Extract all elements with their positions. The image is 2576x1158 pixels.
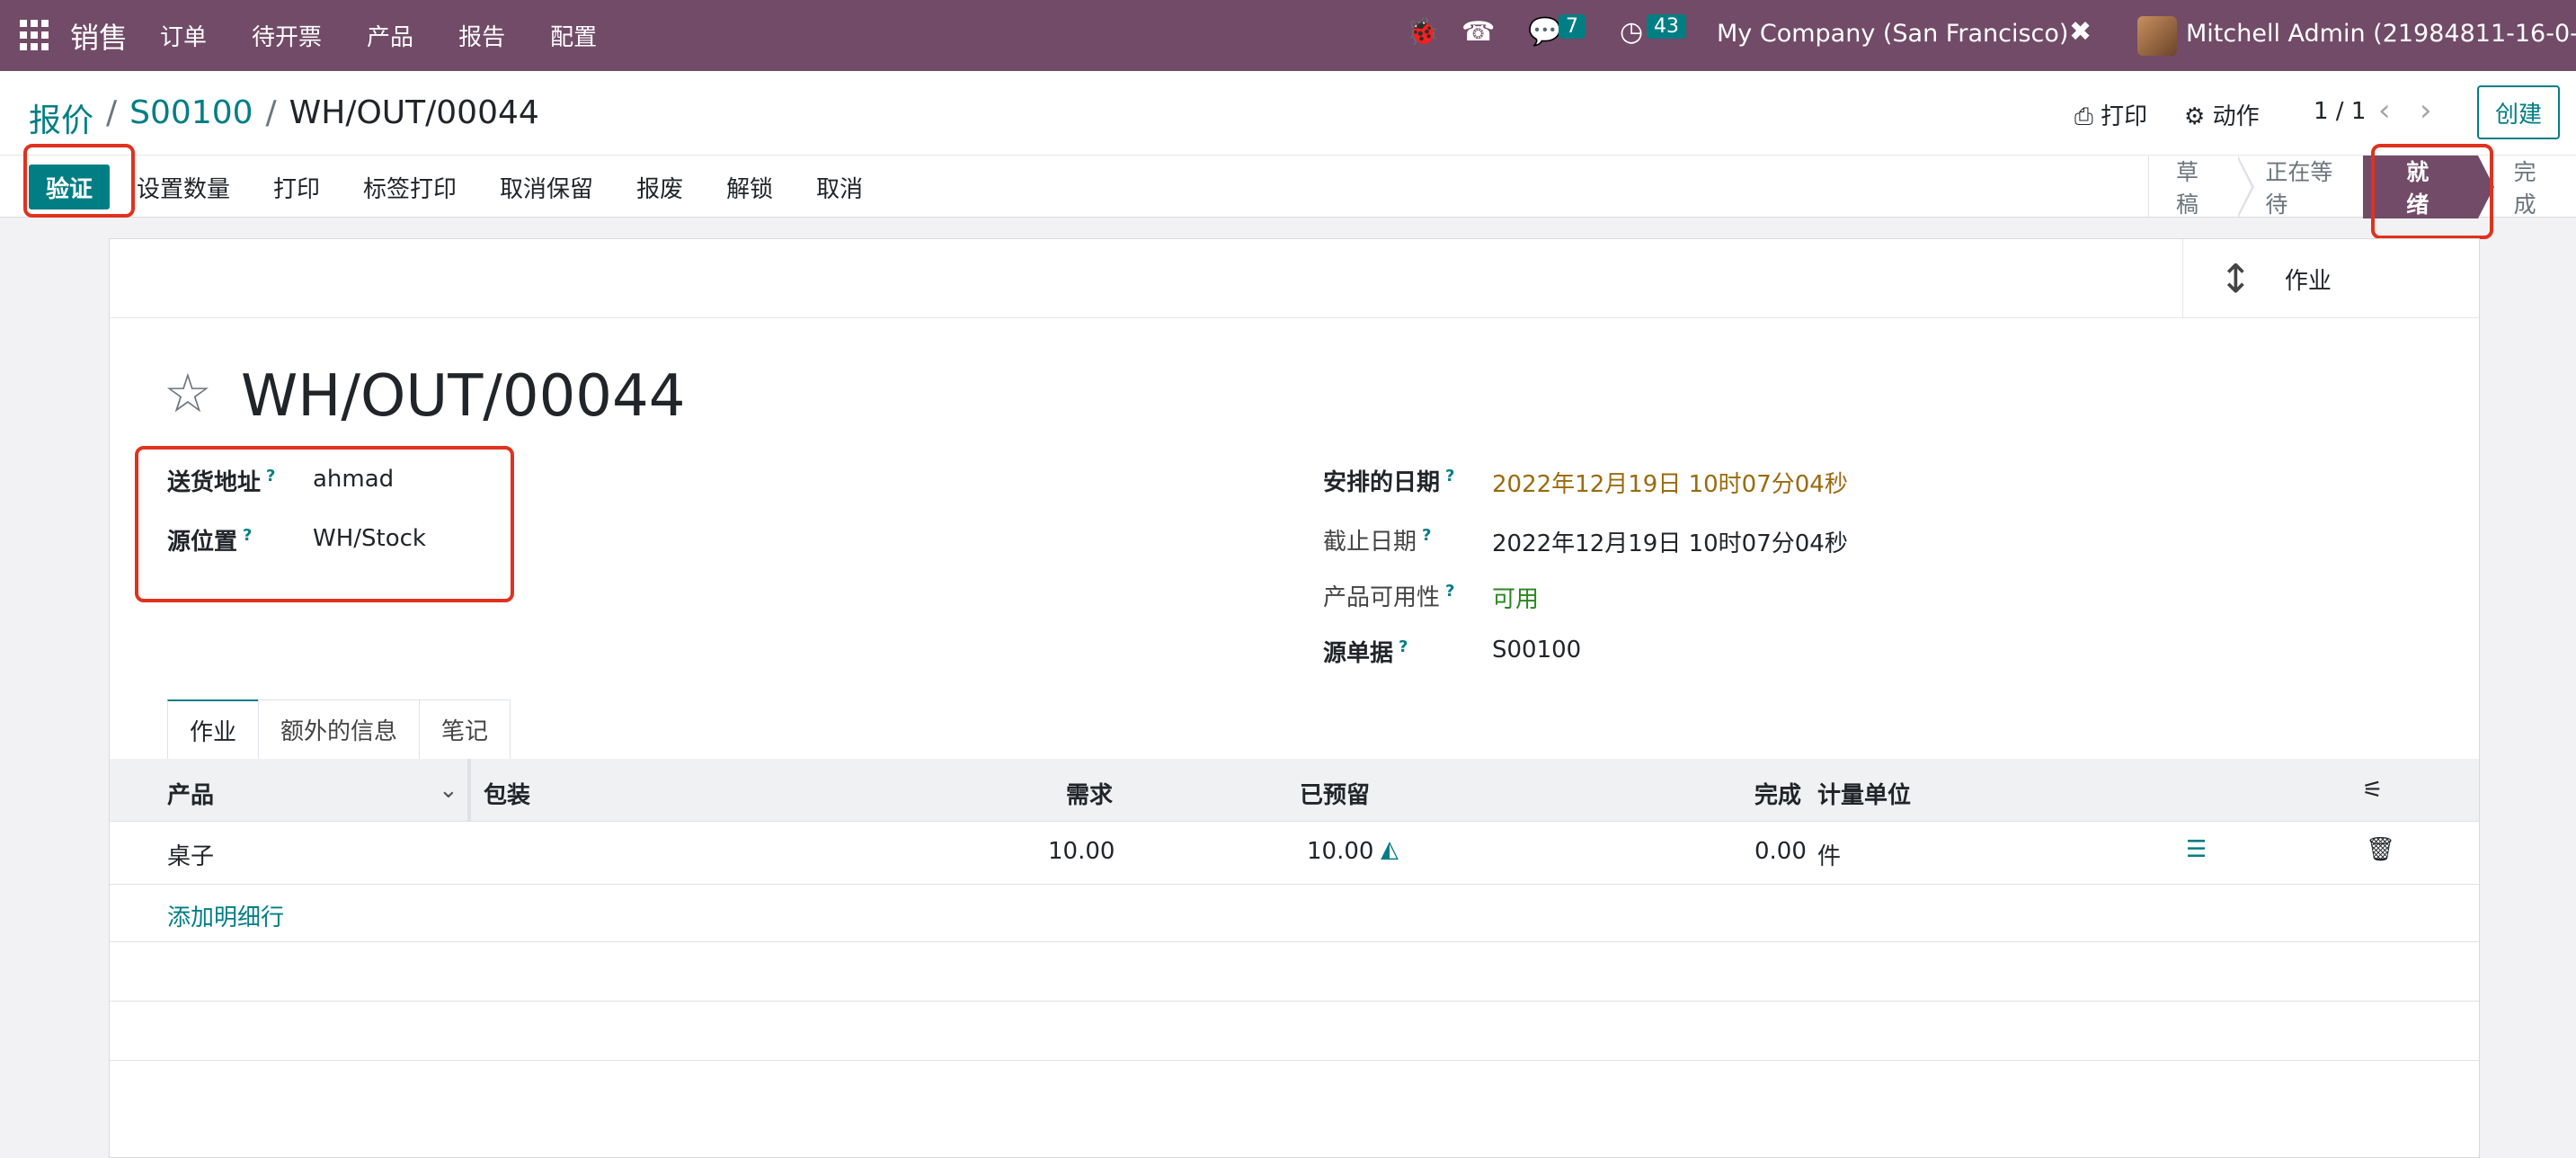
breadcrumb-sale-order[interactable]: S00100	[129, 94, 253, 141]
phone-icon[interactable]: ☎	[1461, 16, 1495, 48]
detailed-operations-list-icon[interactable]: ☰	[2186, 836, 2207, 863]
app-brand[interactable]: 销售	[70, 15, 128, 57]
action-menu[interactable]: ⚙ 动作	[2184, 98, 2260, 131]
menu-reporting[interactable]: 报告	[458, 19, 505, 52]
scheduled-date-label: 安排的日期?	[1323, 467, 1455, 496]
menu-to-invoice[interactable]: 待开票	[252, 19, 322, 52]
printer-icon: ⎙	[2074, 103, 2093, 130]
highlight-address-fields	[135, 446, 514, 602]
avatar[interactable]	[2137, 16, 2177, 56]
messages-badge: 7	[1559, 14, 1586, 39]
column-uom[interactable]: 计量单位	[1817, 777, 1911, 810]
menu-orders[interactable]: 订单	[160, 19, 207, 52]
highlight-ready-stage	[2371, 144, 2493, 239]
print-button[interactable]: 打印	[273, 171, 320, 204]
control-panel: 报价 / S00100 / WH/OUT/00044 ⎙ 打印 ⚙ 动作 1 /…	[0, 71, 2576, 218]
tab-additional-info[interactable]: 额外的信息	[258, 699, 421, 759]
highlight-validate	[23, 144, 135, 218]
column-sort-chevron-icon[interactable]: ⌄	[439, 777, 458, 804]
add-line-row: 添加明细行	[110, 885, 2479, 942]
main-menu: 订单 待开票 产品 报告 配置	[160, 19, 597, 52]
unreserve-button[interactable]: 取消保留	[500, 171, 593, 204]
status-bar: 草稿 正在等待 就绪 完成	[2148, 156, 2576, 218]
column-packaging[interactable]: 包装	[484, 777, 530, 810]
action-bar: 验证 设置数量 打印 标签打印 取消保留 报废 解锁 取消 草稿 正在等待 就绪…	[0, 155, 2576, 218]
deadline-field[interactable]: 2022年12月19日 10时07分04秒	[1492, 525, 1848, 558]
add-line-link[interactable]: 添加明细行	[167, 899, 284, 932]
activity-clock-icon[interactable]: ◷	[1620, 16, 1643, 48]
user-menu[interactable]: Mitchell Admin (21984811-16-0-all)	[2186, 20, 2576, 48]
table-header: 产品 ⌄ 包装 需求 已预留 完成 计量单位 ⚟	[110, 759, 2479, 822]
notebook-tabs: 作业 额外的信息 笔记	[167, 699, 511, 759]
cell-product[interactable]: 桌子	[167, 838, 214, 871]
print-menu[interactable]: ⎙ 打印	[2074, 98, 2147, 131]
tab-notes[interactable]: 笔记	[419, 699, 511, 759]
record-title: WH/OUT/00044	[241, 363, 686, 430]
menu-configuration[interactable]: 配置	[550, 19, 597, 52]
operations-smart-button[interactable]: ↕ 作业	[2182, 239, 2479, 318]
product-availability-label: 产品可用性?	[1323, 582, 1455, 611]
source-document-field[interactable]: S00100	[1492, 637, 1581, 664]
set-quantities-button[interactable]: 设置数量	[137, 171, 230, 204]
bug-icon[interactable]: 🐞	[1406, 16, 1439, 48]
form-sheet: ↕ 作业 ☆ WH/OUT/00044 送货地址? ahmad 源位置? WH/…	[109, 238, 2480, 1158]
activities-badge: 43	[1647, 14, 1686, 39]
cell-done[interactable]: 0.00	[1754, 838, 1807, 865]
table-row[interactable]: 桌子 10.00 10.00 ◭ 0.00 件 ☰ 🗑	[110, 822, 2479, 885]
company-switcher[interactable]: My Company (San Francisco)	[1717, 20, 2068, 48]
print-labels-button[interactable]: 标签打印	[363, 171, 457, 204]
column-resize-handle[interactable]	[467, 759, 471, 822]
cancel-button[interactable]: 取消	[816, 171, 863, 204]
breadcrumb: 报价 / S00100 / WH/OUT/00044	[29, 94, 539, 141]
column-done[interactable]: 完成	[1754, 777, 1801, 810]
breadcrumb-separator: /	[106, 94, 118, 131]
scheduled-date-field[interactable]: 2022年12月19日 10时07分04秒	[1492, 466, 1848, 499]
tab-operations[interactable]: 作业	[167, 699, 260, 759]
breadcrumb-quotations[interactable]: 报价	[29, 94, 93, 141]
action-buttons: 设置数量 打印 标签打印 取消保留 报废 解锁 取消	[137, 171, 906, 204]
empty-row	[110, 1002, 2479, 1061]
product-availability-value: 可用	[1492, 586, 1540, 613]
pager-value[interactable]: 1 / 1	[2314, 98, 2366, 125]
delete-trash-icon[interactable]: 🗑	[2366, 836, 2395, 863]
forecast-chart-icon[interactable]: ◭	[1381, 836, 1399, 863]
breadcrumb-separator: /	[265, 94, 277, 131]
empty-row	[110, 942, 2479, 1002]
cell-reserved: 10.00	[1307, 838, 1374, 865]
vertical-arrows-icon: ↕	[2219, 255, 2252, 302]
smart-button-box: ↕ 作业	[110, 239, 2479, 318]
stage-draft[interactable]: 草稿	[2149, 156, 2255, 218]
create-button[interactable]: 创建	[2477, 85, 2560, 139]
gear-icon: ⚙	[2184, 103, 2206, 130]
column-reserved[interactable]: 已预留	[1300, 777, 1370, 810]
debug-tools-icon[interactable]: ✖	[2069, 16, 2092, 48]
stage-waiting[interactable]: 正在等待	[2238, 156, 2363, 218]
favorite-star-icon[interactable]: ☆	[164, 367, 212, 421]
cell-uom[interactable]: 件	[1817, 838, 1841, 871]
column-demand[interactable]: 需求	[1066, 777, 1113, 810]
scrap-button[interactable]: 报废	[636, 171, 683, 204]
column-product[interactable]: 产品	[167, 777, 214, 810]
pager-prev-icon[interactable]: ‹	[2378, 93, 2391, 129]
messages-icon[interactable]: 💬	[1528, 16, 1561, 48]
breadcrumb-current: WH/OUT/00044	[289, 94, 539, 131]
apps-menu-icon[interactable]	[20, 19, 52, 52]
pager-next-icon[interactable]: ›	[2420, 93, 2432, 129]
unlock-button[interactable]: 解锁	[726, 171, 773, 204]
source-document-label: 源单据?	[1323, 637, 1408, 667]
top-navbar: 销售 订单 待开票 产品 报告 配置 🐞 ☎ 💬 7 ◷ 43 My Compa…	[0, 0, 2576, 71]
menu-products[interactable]: 产品	[367, 19, 413, 52]
optional-columns-icon[interactable]: ⚟	[2362, 777, 2383, 804]
deadline-label: 截止日期?	[1323, 526, 1432, 556]
cell-demand[interactable]: 10.00	[1048, 838, 1115, 865]
